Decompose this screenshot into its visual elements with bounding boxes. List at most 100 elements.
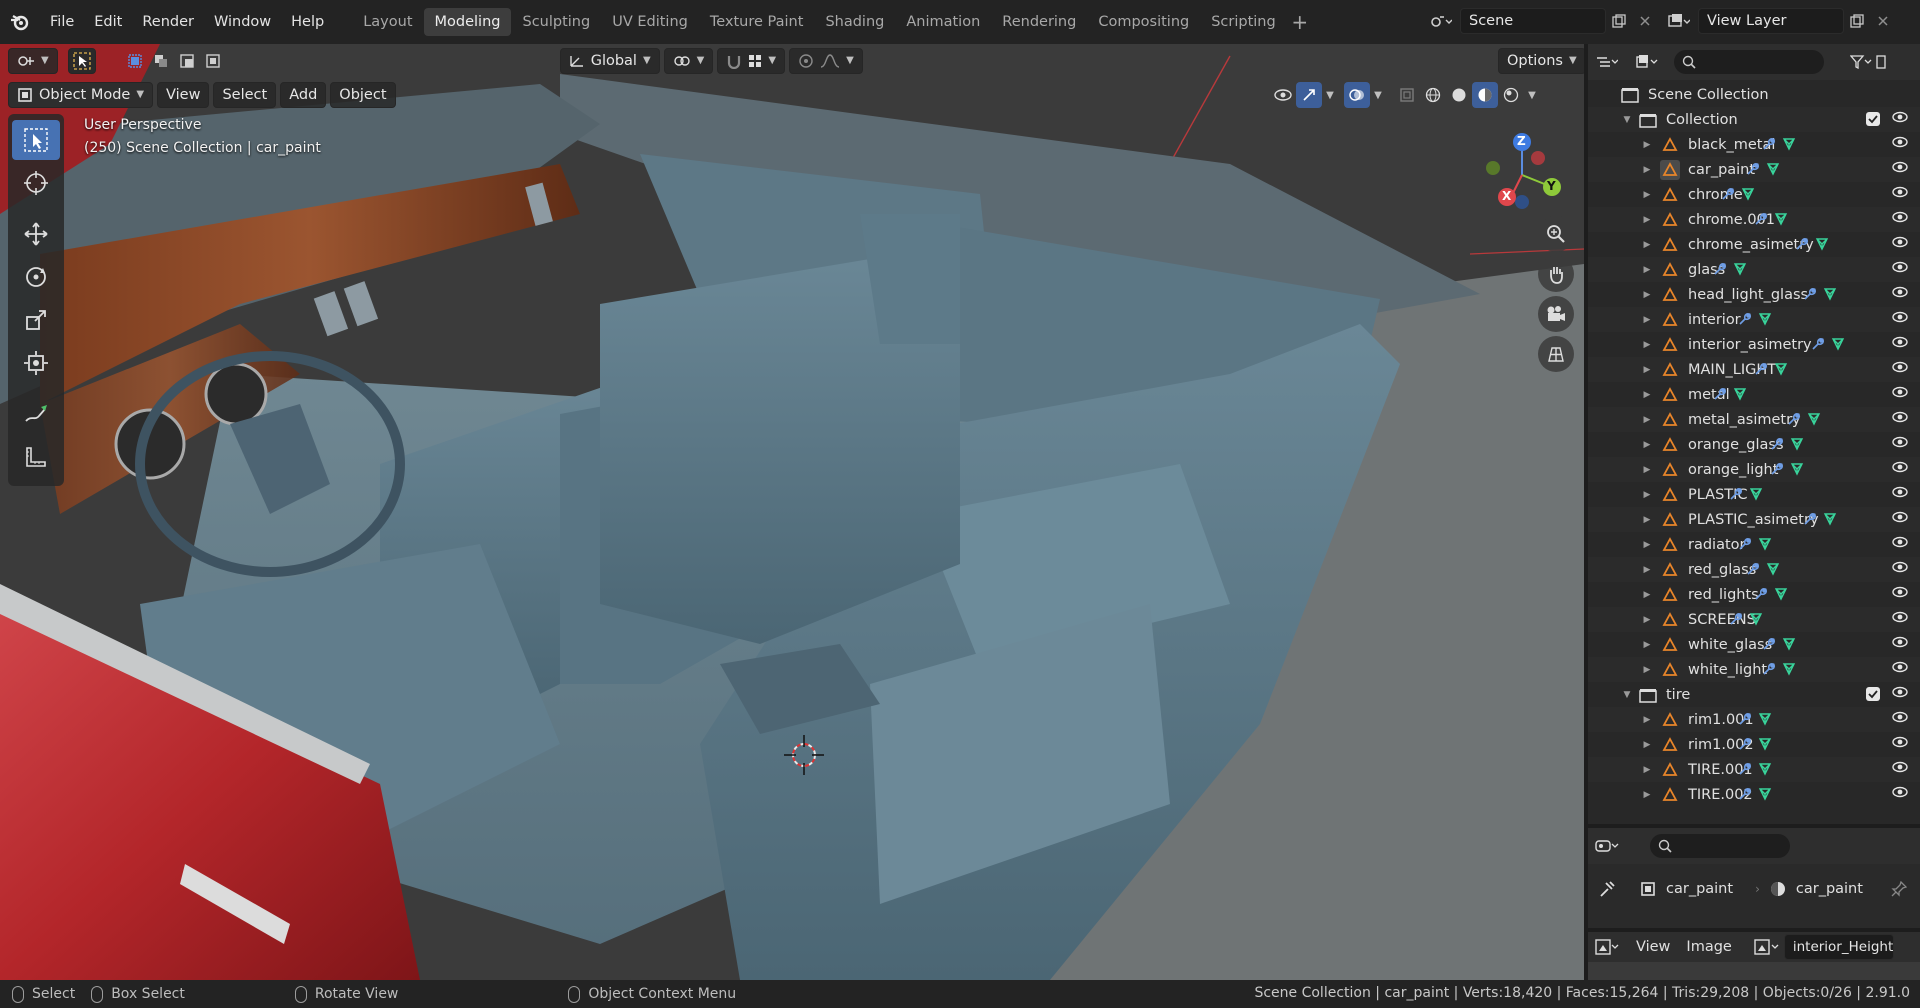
modifier-wrench-icon[interactable] xyxy=(1770,437,1784,455)
mesh-data-icon[interactable] xyxy=(1758,787,1772,805)
mesh-data-icon[interactable] xyxy=(1758,537,1772,555)
visibility-eye-icon[interactable] xyxy=(1892,311,1908,327)
modifier-wrench-icon[interactable] xyxy=(1787,412,1801,430)
mesh-data-icon[interactable] xyxy=(1758,762,1772,780)
scale-tool-icon[interactable] xyxy=(12,300,60,340)
expand-chevron-icon[interactable]: ▶ xyxy=(1640,390,1654,400)
outliner-search-input[interactable] xyxy=(1674,50,1824,74)
gizmo-toggle-icon[interactable] xyxy=(1296,82,1322,108)
visibility-eye-icon[interactable] xyxy=(1892,636,1908,652)
properties-editor-type-icon[interactable] xyxy=(1594,833,1620,859)
modifier-wrench-icon[interactable] xyxy=(1746,162,1760,180)
tab-sculpting[interactable]: Sculpting xyxy=(511,8,601,36)
expand-chevron-icon[interactable]: ▶ xyxy=(1640,240,1654,250)
outliner-object-row[interactable]: ▶ orange_glass xyxy=(1588,432,1920,457)
expand-chevron-icon[interactable]: ▶ xyxy=(1640,740,1654,750)
expand-chevron-icon[interactable]: ▶ xyxy=(1640,165,1654,175)
options-dropdown[interactable]: Options ▼ xyxy=(1498,48,1584,74)
select-subtract-icon[interactable] xyxy=(174,48,200,74)
expand-chevron-icon[interactable]: ▶ xyxy=(1640,340,1654,350)
modifier-wrench-icon[interactable] xyxy=(1738,712,1752,730)
visibility-eye-icon[interactable] xyxy=(1892,211,1908,227)
modifier-wrench-icon[interactable] xyxy=(1754,212,1768,230)
collection-row[interactable]: ▼ Collection xyxy=(1588,107,1920,132)
image-editor-canvas[interactable] xyxy=(1588,962,1920,980)
xray-toggle-icon[interactable] xyxy=(1394,82,1420,108)
visibility-eye-icon[interactable] xyxy=(1892,736,1908,752)
object-mode-dropdown[interactable]: Object Mode ▼ xyxy=(8,82,154,108)
outliner-object-row[interactable]: ▶ white_glass xyxy=(1588,632,1920,657)
visibility-eye-icon[interactable] xyxy=(1892,186,1908,202)
properties-object-breadcrumb[interactable]: car_paint xyxy=(1640,881,1733,897)
outliner-object-row[interactable]: ▶ rim1.002 xyxy=(1588,732,1920,757)
modifier-wrench-icon[interactable] xyxy=(1754,587,1768,605)
modifier-wrench-icon[interactable] xyxy=(1713,387,1727,405)
mesh-data-icon[interactable] xyxy=(1790,437,1804,455)
mesh-data-icon[interactable] xyxy=(1766,162,1780,180)
menu-file[interactable]: File xyxy=(40,14,84,30)
expand-chevron-icon[interactable]: ▶ xyxy=(1640,615,1654,625)
select-new-icon[interactable] xyxy=(122,48,148,74)
view-layer-name-field[interactable]: View Layer xyxy=(1698,8,1844,34)
image-editor-type-icon[interactable] xyxy=(1594,934,1620,960)
outliner-object-row[interactable]: ▶ PLASTIC_asimetry xyxy=(1588,507,1920,532)
view-layer-delete-icon[interactable] xyxy=(1870,8,1896,34)
outliner-object-row[interactable]: ▶ car_paint xyxy=(1588,157,1920,182)
collapse-chevron-icon[interactable]: ▼ xyxy=(1620,690,1634,700)
modifier-wrench-icon[interactable] xyxy=(1795,237,1809,255)
mesh-data-icon[interactable] xyxy=(1774,587,1788,605)
outliner-object-row[interactable]: ▶ interior_asimetry xyxy=(1588,332,1920,357)
tab-layout[interactable]: Layout xyxy=(352,8,423,36)
mesh-data-icon[interactable] xyxy=(1733,262,1747,280)
modifier-wrench-icon[interactable] xyxy=(1738,312,1752,330)
view-layer-browse-icon[interactable] xyxy=(1666,8,1692,34)
mesh-data-icon[interactable] xyxy=(1823,287,1837,305)
outliner-object-row[interactable]: ▶ chrome xyxy=(1588,182,1920,207)
scene-collection-row[interactable]: Scene Collection xyxy=(1588,82,1920,107)
expand-chevron-icon[interactable]: ▶ xyxy=(1640,265,1654,275)
modifier-wrench-icon[interactable] xyxy=(1746,562,1760,580)
expand-chevron-icon[interactable]: ▶ xyxy=(1640,415,1654,425)
3d-viewport[interactable]: ▼ Global ▼ ▼ ▼ ▼ Options ▼ Object Mode ▼… xyxy=(0,44,1584,980)
modifier-wrench-icon[interactable] xyxy=(1803,287,1817,305)
visibility-eye-icon[interactable] xyxy=(1892,236,1908,252)
collection-row[interactable]: ▼ tire xyxy=(1588,682,1920,707)
expand-chevron-icon[interactable]: ▶ xyxy=(1640,790,1654,800)
modifier-wrench-icon[interactable] xyxy=(1738,762,1752,780)
viewport-menu-object[interactable]: Object xyxy=(330,82,396,108)
outliner-object-row[interactable]: ▶ TIRE.002 xyxy=(1588,782,1920,807)
tab-scripting[interactable]: Scripting xyxy=(1200,8,1286,36)
select-intersect-icon[interactable] xyxy=(200,48,226,74)
visibility-eye-icon[interactable] xyxy=(1892,711,1908,727)
overlays-options-chevron-icon[interactable]: ▼ xyxy=(1370,82,1386,108)
expand-chevron-icon[interactable]: ▶ xyxy=(1640,540,1654,550)
exclude-checkbox[interactable] xyxy=(1866,112,1880,126)
pin-icon[interactable] xyxy=(1886,876,1912,902)
mesh-data-icon[interactable] xyxy=(1774,212,1788,230)
filter-icon[interactable] xyxy=(1848,49,1874,75)
expand-chevron-icon[interactable]: ▶ xyxy=(1640,640,1654,650)
overlays-toggle-icon[interactable] xyxy=(1344,82,1370,108)
expand-chevron-icon[interactable]: ▶ xyxy=(1640,590,1654,600)
select-extend-icon[interactable] xyxy=(148,48,174,74)
expand-chevron-icon[interactable]: ▶ xyxy=(1640,465,1654,475)
modifier-wrench-icon[interactable] xyxy=(1738,737,1752,755)
tab-compositing[interactable]: Compositing xyxy=(1087,8,1200,36)
menu-window[interactable]: Window xyxy=(204,14,281,30)
rotate-tool-icon[interactable] xyxy=(12,257,60,297)
menu-edit[interactable]: Edit xyxy=(84,14,132,30)
visibility-eye-icon[interactable] xyxy=(1892,761,1908,777)
tool-settings-icon[interactable] xyxy=(1594,876,1620,902)
outliner-object-row[interactable]: ▶ PLASTIC xyxy=(1588,482,1920,507)
visibility-eye-icon[interactable] xyxy=(1892,786,1908,802)
add-workspace-button[interactable]: + xyxy=(1287,9,1313,35)
visibility-eye-icon[interactable] xyxy=(1892,136,1908,152)
annotate-tool-icon[interactable] xyxy=(12,394,60,434)
image-browse-icon[interactable] xyxy=(1754,934,1780,960)
outliner-object-row[interactable]: ▶ metal_asimetry xyxy=(1588,407,1920,432)
visibility-eye-icon[interactable] xyxy=(1892,261,1908,277)
mesh-data-icon[interactable] xyxy=(1815,237,1829,255)
expand-chevron-icon[interactable]: ▶ xyxy=(1640,715,1654,725)
blender-logo-icon[interactable] xyxy=(0,0,40,44)
mesh-data-icon[interactable] xyxy=(1749,487,1763,505)
